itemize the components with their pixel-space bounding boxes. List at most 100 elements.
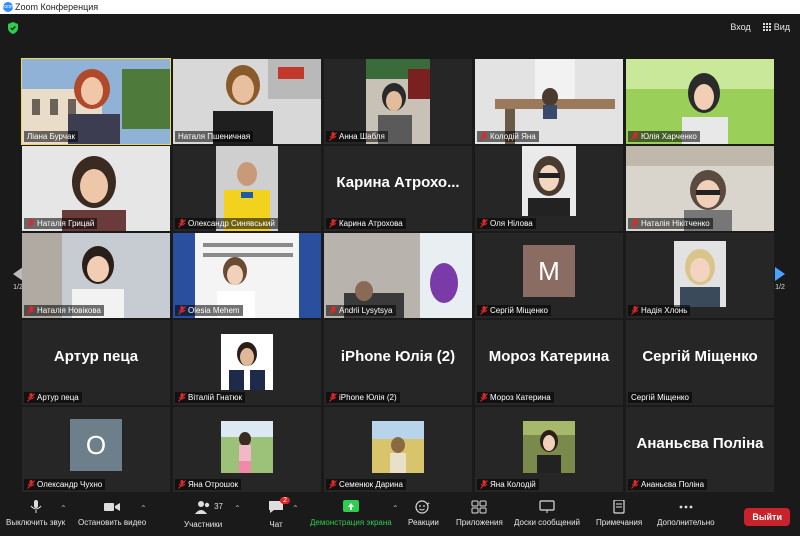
participant-label: Наталія Новікова (24, 305, 104, 316)
participant-tile-17[interactable]: iPhone Юлія (2) iPhone Юлія (2) (324, 320, 472, 405)
participant-name: Наталія Нікітченко (641, 219, 710, 228)
next-page-button[interactable]: 1/2 (772, 266, 788, 291)
more-dots-icon (679, 505, 693, 509)
share-screen-label: Демонстрация экрана (310, 518, 392, 527)
participant-tile-6[interactable]: Олександр Синявський (173, 146, 321, 231)
participant-name: Olesia Mehem (188, 306, 240, 315)
participants-label: Участники (184, 520, 223, 529)
participant-tile-13[interactable]: М Сергій Міщенко (475, 233, 623, 318)
participant-tile-14[interactable]: Надія Хлонь (626, 233, 774, 318)
page-indicator-right: 1/2 (775, 284, 785, 291)
participants-icon (195, 501, 210, 514)
mic-muted-icon (480, 480, 488, 489)
participant-name: Олександр Синявський (188, 219, 275, 228)
participant-tile-24[interactable]: Ананьєва Поліна Ананьєва Поліна (626, 407, 774, 492)
participant-label: Наталя Пшеничная (175, 131, 254, 142)
participant-tile-23[interactable]: Яна Колодій (475, 407, 623, 492)
mic-muted-icon (178, 306, 186, 315)
reactions-button[interactable]: + Реакции (408, 500, 439, 527)
participant-video (372, 421, 424, 473)
participant-name: Віталій Гнатюк (188, 393, 243, 402)
share-options-caret-icon[interactable]: ⌃ (392, 504, 399, 513)
participant-tile-1[interactable]: Наталя Пшеничная (173, 59, 321, 144)
participant-tile-2[interactable]: Анна Шабля (324, 59, 472, 144)
participant-tile-7[interactable]: Карина Атрохо... Карина Атрохова (324, 146, 472, 231)
notes-button[interactable]: Примечания (596, 500, 642, 527)
participant-video (523, 421, 575, 473)
participant-label: Наталія Нікітченко (628, 218, 713, 229)
participant-name: Карина Атрохова (339, 219, 403, 228)
mic-muted-icon (178, 480, 186, 489)
participant-tile-0[interactable]: Ліана Бурчак (21, 58, 171, 145)
zoom-logo-icon: zoom (1, 2, 15, 12)
participant-tile-15[interactable]: Артур пеца Артур пеца (22, 320, 170, 405)
participant-name: Ананьєва Поліна (641, 480, 705, 489)
participant-tile-4[interactable]: Юлія Харченко (626, 59, 774, 144)
participant-name: Артур пеца (37, 393, 79, 402)
participant-name: Анна Шабля (339, 132, 385, 141)
participant-tile-21[interactable]: Яна Отрошок (173, 407, 321, 492)
participant-tile-3[interactable]: Колодій Яна (475, 59, 623, 144)
participant-name: iPhone Юлія (2) (339, 393, 397, 402)
participants-options-caret-icon[interactable]: ⌃ (234, 504, 241, 513)
participant-label: Сергій Міщенко (628, 392, 692, 403)
participant-name: Наталія Новікова (37, 306, 101, 315)
microphone-icon (30, 500, 41, 513)
participant-tile-11[interactable]: Olesia Mehem (173, 233, 321, 318)
participant-tile-12[interactable]: Andrii Lysytsya (324, 233, 472, 318)
participant-tile-16[interactable]: Віталій Гнатюк (173, 320, 321, 405)
grid-view-icon (762, 23, 771, 31)
chat-options-caret-icon[interactable]: ⌃ (292, 504, 299, 513)
participant-name: Andrii Lysytsya (339, 306, 393, 315)
mic-muted-icon (480, 132, 488, 141)
apps-button[interactable]: Приложения (456, 500, 503, 527)
participant-tile-8[interactable]: Оля Нілова (475, 146, 623, 231)
chat-label: Чат (269, 520, 283, 529)
security-shield-icon[interactable] (8, 22, 18, 34)
participant-name: Сергій Міщенко (490, 306, 548, 315)
share-screen-icon (342, 500, 359, 512)
leave-button[interactable]: Выйти (744, 508, 790, 526)
login-button[interactable]: Вход (730, 22, 750, 32)
participants-button[interactable]: 37 Участники (184, 500, 223, 529)
more-button[interactable]: Дополнительно (657, 500, 715, 527)
participant-label: Віталій Гнатюк (175, 392, 246, 403)
mic-muted-icon (329, 306, 337, 315)
participant-name: Юлія Харченко (641, 132, 697, 141)
whiteboards-button[interactable]: Доски сообщений (514, 500, 580, 527)
view-button[interactable]: Вид (762, 22, 790, 32)
participant-label: Артур пеца (24, 392, 82, 403)
audio-options-caret-icon[interactable]: ⌃ (60, 504, 67, 513)
mute-button[interactable]: Выключить звук (6, 500, 65, 527)
participant-tile-10[interactable]: Наталія Новікова (22, 233, 170, 318)
participant-label: Олександр Чухно (24, 479, 106, 490)
participant-tile-19[interactable]: Сергій Міщенко Сергій Міщенко (626, 320, 774, 405)
participant-display-name: Артур пеца (53, 348, 139, 365)
participant-tile-20[interactable]: О Олександр Чухно (22, 407, 170, 492)
participant-label: Оля Нілова (477, 218, 536, 229)
whiteboard-icon (539, 500, 555, 513)
video-camera-icon (104, 503, 121, 511)
participant-tile-18[interactable]: Мороз Катерина Мороз Катерина (475, 320, 623, 405)
participant-tile-22[interactable]: Семенюк Дарина (324, 407, 472, 492)
chat-button[interactable]: 2 Чат (268, 497, 290, 529)
mic-muted-icon (329, 480, 337, 489)
reactions-label: Реакции (408, 518, 439, 527)
share-screen-button[interactable]: Демонстрация экрана (310, 500, 392, 527)
participant-avatar: О (70, 419, 122, 471)
mic-muted-icon (631, 219, 639, 228)
participant-label: Яна Отрошок (175, 479, 242, 490)
participant-tile-5[interactable]: Наталія Грицай (22, 146, 170, 231)
participant-tile-9[interactable]: Наталія Нікітченко (626, 146, 774, 231)
participant-label: Колодій Яна (477, 131, 539, 142)
participant-label: Семенюк Дарина (326, 479, 406, 490)
video-options-caret-icon[interactable]: ⌃ (140, 504, 147, 513)
window-title: Zoom Конференция (15, 2, 99, 12)
mic-muted-icon (329, 132, 337, 141)
participant-label: Юлія Харченко (628, 131, 700, 142)
notes-icon (613, 500, 625, 514)
participant-display-name: Мороз Катерина (488, 348, 610, 365)
participant-name: Колодій Яна (490, 132, 536, 141)
mic-muted-icon (631, 480, 639, 489)
stop-video-button[interactable]: Остановить видео (78, 500, 146, 527)
